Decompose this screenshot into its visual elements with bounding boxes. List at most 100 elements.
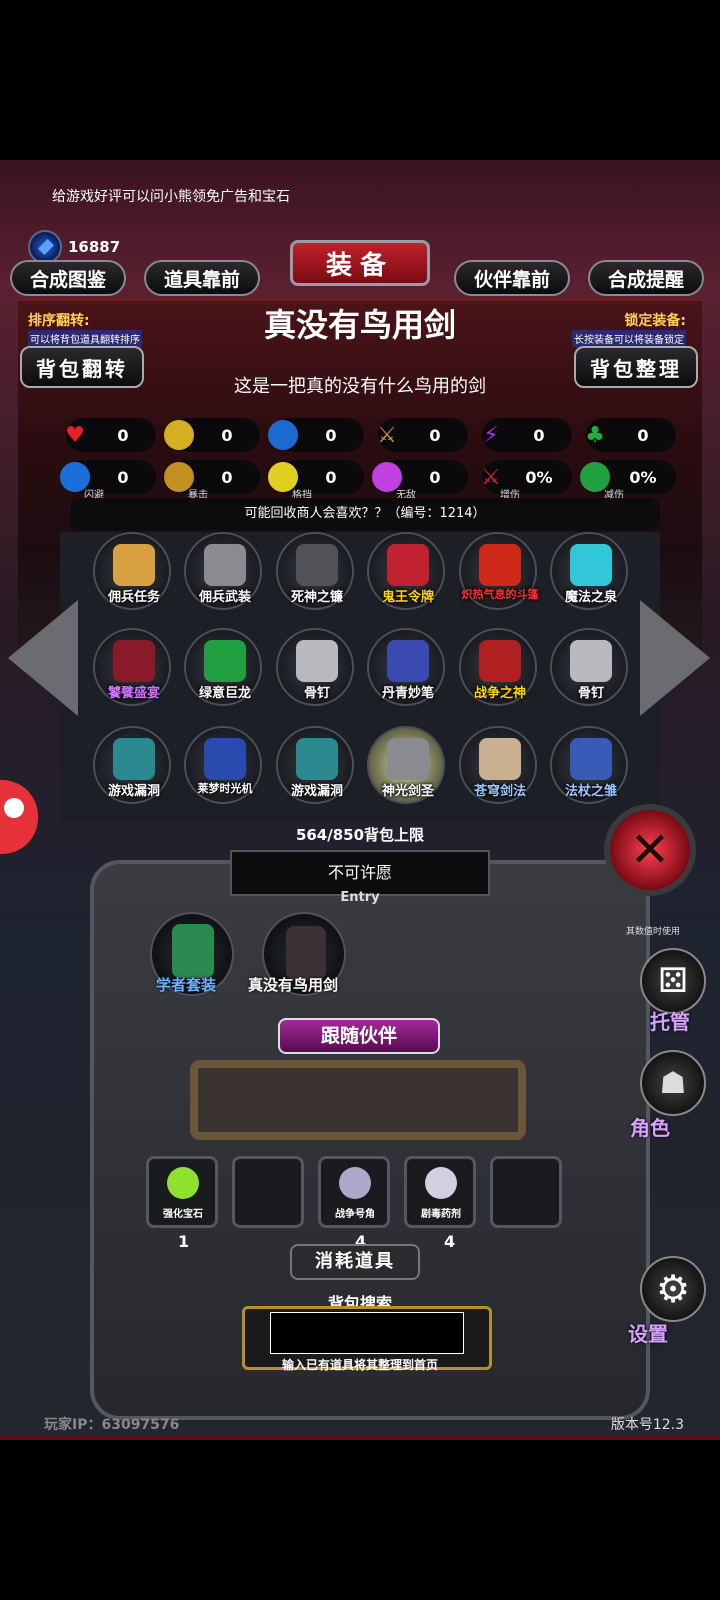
- consumable-count: 1: [178, 1232, 190, 1251]
- consumable-slot[interactable]: [490, 1156, 562, 1228]
- follow-partner-banner: 跟随伙伴: [278, 1018, 440, 1054]
- potion-icon: [425, 1167, 457, 1199]
- bag-slot[interactable]: 苍穹剑法: [459, 726, 537, 804]
- stat-attack: ⚔ 0: [377, 418, 468, 452]
- auto-manage-label: 托管: [650, 1010, 690, 1034]
- stat-damage-down: 0% 减伤: [580, 460, 676, 501]
- item-art-icon: [387, 738, 429, 780]
- sword-icon: ⚔: [377, 422, 397, 448]
- gem-icon: [28, 230, 62, 264]
- tab-synthesis-reminder[interactable]: 合成提醒: [588, 260, 704, 296]
- settings-button[interactable]: ⚙: [640, 1256, 706, 1322]
- consumable-slot[interactable]: [232, 1156, 304, 1228]
- bag-slot[interactable]: 鬼王令牌: [367, 532, 445, 610]
- next-page-arrow[interactable]: [640, 600, 710, 716]
- close-icon: ✕: [629, 822, 671, 878]
- bag-slot[interactable]: 骨钉: [550, 628, 628, 706]
- bag-slot[interactable]: 死神之镰: [276, 532, 354, 610]
- character-label: 角色: [630, 1116, 670, 1140]
- gem-counter: 16887: [28, 230, 120, 264]
- item-art-icon: [113, 544, 155, 586]
- item-art-icon: [570, 738, 612, 780]
- item-art-icon: [570, 544, 612, 586]
- boot-icon: [268, 420, 298, 450]
- partner-slot[interactable]: [190, 1060, 526, 1140]
- stat-armor: 0: [164, 418, 260, 452]
- item-art-icon: [296, 544, 338, 586]
- item-art-icon: [113, 738, 155, 780]
- equipped-armor-name: 学者套装: [156, 976, 217, 994]
- item-art-icon: [479, 544, 521, 586]
- item-art-icon: [479, 640, 521, 682]
- dice-icon: ⚄: [658, 961, 688, 1001]
- hooded-figure-icon: ☗: [659, 1065, 687, 1101]
- item-art-icon: [204, 738, 246, 780]
- page-title: 装备: [290, 240, 430, 286]
- item-art-icon: [286, 926, 326, 980]
- equipped-weapon-name: 真没有鸟用剑: [248, 976, 339, 994]
- wish-sub: Entry: [340, 890, 380, 905]
- bag-flip-button[interactable]: 背包翻转: [20, 346, 144, 388]
- tab-partners-first[interactable]: 伙伴靠前: [454, 260, 570, 296]
- consumables-title: 消耗道具: [290, 1244, 420, 1280]
- tab-synthesis-catalog[interactable]: 合成图鉴: [10, 260, 126, 296]
- stat-usage-hint: 其数值时使用: [626, 927, 681, 937]
- bag-search-hint: 输入已有道具将其整理到首页: [281, 1358, 438, 1372]
- stat-dodge: 0 闪避: [60, 460, 156, 501]
- bag-slot[interactable]: 佣兵武装: [184, 532, 262, 610]
- bag-slot[interactable]: 魔法之泉: [550, 532, 628, 610]
- player-ip: 玩家IP：63097576: [44, 1417, 180, 1433]
- item-art-icon: [570, 640, 612, 682]
- consumable-slot[interactable]: 剧毒药剂: [404, 1156, 476, 1228]
- bottom-bar: [0, 1436, 720, 1440]
- heart-icon: ♥: [65, 422, 85, 448]
- item-art-icon: [387, 640, 429, 682]
- bag-slot[interactable]: 佣兵任务: [93, 532, 171, 610]
- bag-sort-button[interactable]: 背包整理: [574, 346, 698, 388]
- item-art-icon: [479, 738, 521, 780]
- clover-icon: ♣: [585, 422, 605, 448]
- bag-slot[interactable]: 莱梦时光机: [184, 726, 262, 804]
- stat-speed: 0: [268, 418, 364, 452]
- lightning-icon: ⚡: [483, 422, 499, 448]
- auto-manage-button[interactable]: ⚄: [640, 948, 706, 1014]
- version-number: 版本号12.3: [610, 1417, 684, 1433]
- bag-slot[interactable]: 法杖之雏: [550, 726, 628, 804]
- bag-slot[interactable]: 饕餮盛宴: [93, 628, 171, 706]
- item-name: 真没有鸟用剑: [263, 306, 456, 344]
- armor-icon: [164, 420, 194, 450]
- bag-slot[interactable]: 骨钉: [276, 628, 354, 706]
- stat-hp: ♥ 0: [65, 418, 156, 452]
- bag-slot[interactable]: 神光剑圣: [367, 726, 445, 804]
- bag-slot[interactable]: 绿意巨龙: [184, 628, 262, 706]
- stat-block: 0 格挡: [268, 460, 364, 501]
- bag-slot[interactable]: 丹青妙笔: [367, 628, 445, 706]
- gem-count: 16887: [68, 238, 121, 256]
- stat-damage-up: ⚔ 0% 增伤: [481, 460, 572, 501]
- bag-slot[interactable]: 炽热气息的斗篷: [459, 532, 539, 610]
- bag-slot[interactable]: 战争之神: [459, 628, 537, 706]
- horn-icon: [339, 1167, 371, 1199]
- gem-icon: [167, 1167, 199, 1199]
- item-art-icon: [296, 640, 338, 682]
- character-button[interactable]: ☗: [640, 1050, 706, 1116]
- consumable-count: 4: [444, 1232, 456, 1251]
- stat-invincible: 0 无敌: [372, 460, 468, 501]
- item-art-icon: [204, 640, 246, 682]
- bag-slot[interactable]: 游戏漏洞: [276, 726, 354, 804]
- stat-luck: ♣ 0: [585, 418, 676, 452]
- tab-items-first[interactable]: 道具靠前: [144, 260, 260, 296]
- stat-crit: 0 暴击: [164, 460, 260, 501]
- consumable-slot[interactable]: 强化宝石: [146, 1156, 218, 1228]
- stat-attack-speed: ⚡ 0: [482, 418, 572, 452]
- gear-icon: ⚙: [655, 1267, 691, 1311]
- consumable-slot[interactable]: 战争号角: [318, 1156, 390, 1228]
- recycle-hint: 可能回收商人会喜欢？？（编号：1214）: [70, 498, 660, 530]
- item-art-icon: [296, 738, 338, 780]
- bag-slot[interactable]: 游戏漏洞: [93, 726, 171, 804]
- close-button[interactable]: ✕: [604, 804, 696, 896]
- game-screen: 给游戏好评可以问小熊领免广告和宝石 16887 装备 合成图鉴 道具靠前 伙伴靠…: [0, 160, 720, 1440]
- item-art-icon: [387, 544, 429, 586]
- bag-search-input[interactable]: [270, 1312, 464, 1354]
- prev-page-arrow[interactable]: [8, 600, 78, 716]
